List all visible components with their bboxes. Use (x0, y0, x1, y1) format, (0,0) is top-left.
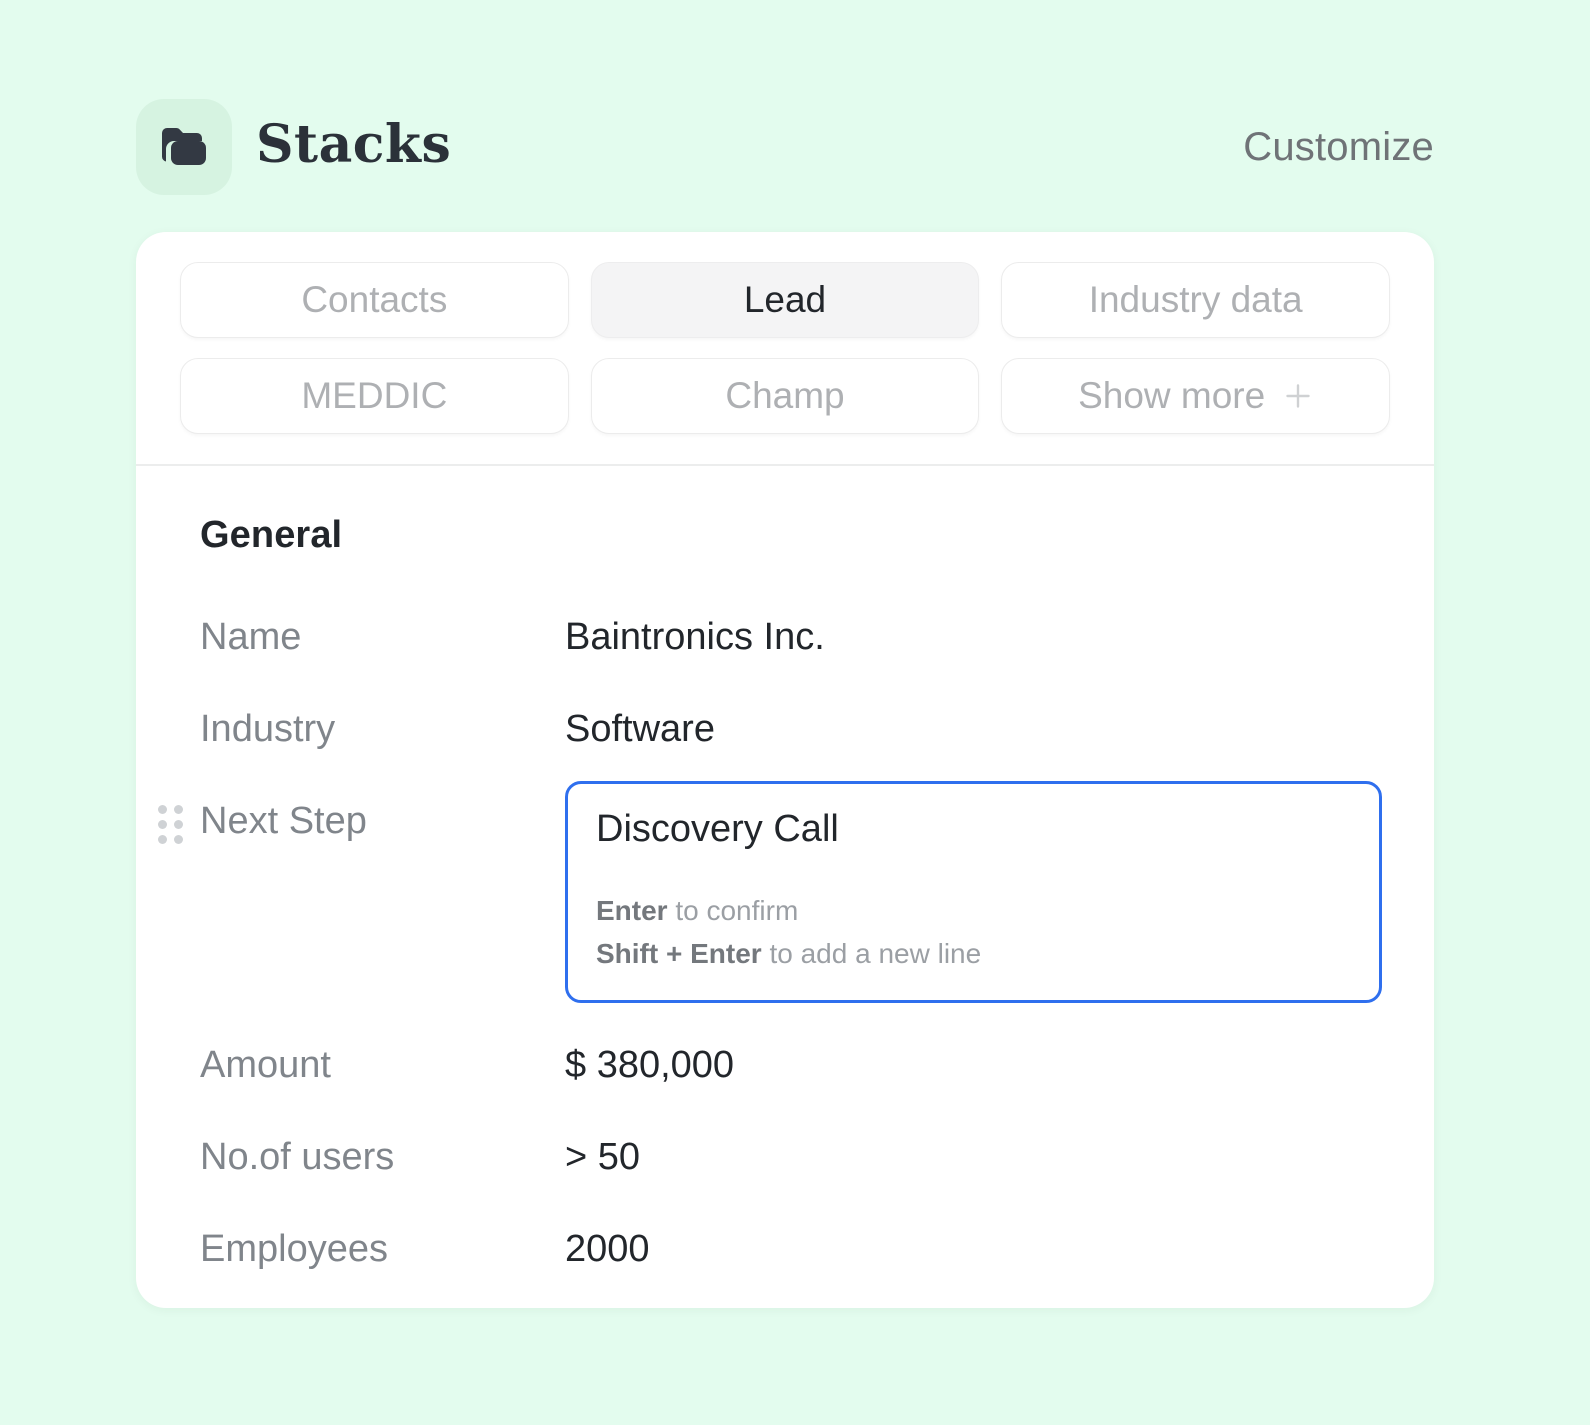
field-value-amount[interactable]: $ 380,000 (565, 1037, 734, 1093)
tab-industry-data-label: Industry data (1088, 279, 1303, 320)
tab-champ[interactable]: Champ (590, 358, 980, 434)
field-row-industry: Industry Software (200, 701, 1390, 757)
field-row-employees: Employees 2000 (200, 1221, 1390, 1277)
tab-lead-label: Lead (743, 279, 827, 320)
hint-enter-text: to confirm (667, 895, 799, 926)
hint-shift-enter-text: to add a new line (761, 938, 982, 970)
field-label-next-step: Next Step (200, 799, 367, 842)
tab-contacts[interactable]: Contacts (180, 262, 569, 338)
card-body: General Name Baintronics Inc. Industry S… (136, 466, 1434, 1277)
field-label-no-of-users: No.of users (200, 1135, 395, 1178)
tab-lead[interactable]: Lead (590, 262, 980, 338)
tab-champ-label: Champ (725, 375, 845, 416)
tab-show-more[interactable]: Show more (1001, 358, 1390, 434)
next-step-input-value: Discovery Call (596, 807, 839, 850)
tab-industry-data[interactable]: Industry data (1001, 262, 1390, 338)
field-value-name[interactable]: Baintronics Inc. (565, 609, 825, 665)
field-row-name: Name Baintronics Inc. (200, 609, 1390, 665)
hint-enter-key: Enter (596, 895, 668, 926)
tab-contacts-label: Contacts (301, 279, 448, 320)
plus-icon (1283, 381, 1313, 411)
stack-card: Contacts Lead Industry data MEDDIC Champ… (136, 232, 1434, 1308)
page-header: Stacks Customize (136, 96, 1434, 198)
hint-shift-enter: Shift + Enter to add a new line (596, 932, 1351, 975)
tab-list: Contacts Lead Industry data MEDDIC Champ… (136, 232, 1434, 434)
drag-handle-icon[interactable] (158, 804, 184, 844)
field-row-amount: Amount $ 380,000 (200, 1037, 1390, 1093)
customize-button[interactable]: Customize (1243, 125, 1434, 170)
field-value-employees[interactable]: 2000 (565, 1221, 650, 1277)
tab-show-more-label: Show more (1078, 375, 1266, 416)
tab-meddic[interactable]: MEDDIC (180, 358, 569, 434)
tab-meddic-label: MEDDIC (301, 375, 448, 416)
brand: Stacks (136, 99, 451, 195)
field-label-amount: Amount (200, 1043, 331, 1086)
app-root: Stacks Customize Contacts Lead Industry … (0, 0, 1590, 1425)
page-title: Stacks (256, 114, 452, 175)
field-row-next-step: Next Step Discovery Call Enter to confir… (158, 780, 1390, 1003)
hint-enter: Enter to confirm (596, 889, 1351, 932)
next-step-input[interactable]: Discovery Call Enter to confirm Shift + … (565, 780, 1382, 1003)
next-step-input-hints: Enter to confirm Shift + Enter to add a … (596, 889, 1351, 976)
field-row-no-of-users: No.of users > 50 (200, 1129, 1390, 1185)
field-label-industry: Industry (200, 707, 336, 750)
hint-shift-enter-key: Shift + Enter (596, 938, 762, 970)
stacked-folders-icon (136, 99, 232, 195)
section-title-general: General (200, 513, 343, 556)
field-value-no-of-users[interactable]: > 50 (565, 1129, 640, 1185)
field-label-employees: Employees (200, 1227, 388, 1270)
field-value-industry[interactable]: Software (565, 701, 715, 757)
field-label-name: Name (200, 615, 302, 658)
